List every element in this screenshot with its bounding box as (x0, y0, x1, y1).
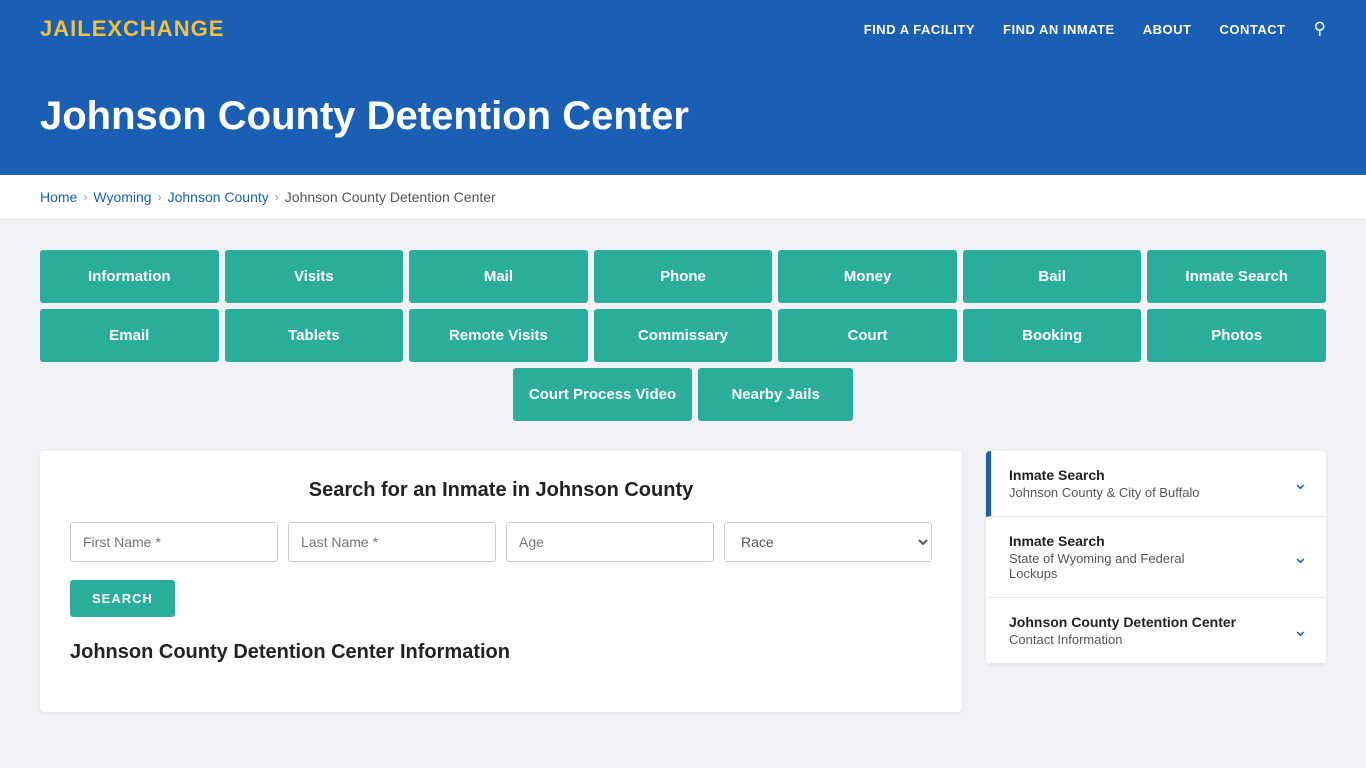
sidebar-item-wy-sub2: Lockups (1009, 566, 1184, 581)
sidebar-item-wy-title: Inmate Search (1009, 533, 1184, 549)
sidebar-item-jc-sub: Johnson County & City of Buffalo (1009, 485, 1200, 500)
page-title: Johnson County Detention Center (40, 94, 1326, 139)
brand-logo[interactable]: JAILEXCHANGE (40, 16, 224, 42)
breadcrumb-sep-3: › (275, 190, 279, 204)
btn-commissary[interactable]: Commissary (594, 309, 773, 362)
navbar-links: FIND A FACILITY FIND AN INMATE ABOUT CON… (864, 19, 1326, 39)
btn-court[interactable]: Court (778, 309, 957, 362)
sidebar-item-inmate-search-wy[interactable]: Inmate Search State of Wyoming and Feder… (986, 517, 1326, 598)
btn-inmate-search[interactable]: Inmate Search (1147, 250, 1326, 303)
sidebar-item-inmate-search-jc[interactable]: Inmate Search Johnson County & City of B… (986, 451, 1326, 517)
breadcrumb-wyoming[interactable]: Wyoming (93, 189, 151, 205)
search-title: Search for an Inmate in Johnson County (70, 479, 932, 502)
breadcrumb-current: Johnson County Detention Center (285, 189, 496, 205)
btn-money[interactable]: Money (778, 250, 957, 303)
chevron-down-icon: ⌄ (1293, 473, 1308, 494)
btn-information[interactable]: Information (40, 250, 219, 303)
last-name-input[interactable] (288, 522, 496, 562)
sidebar-item-contact-title: Johnson County Detention Center (1009, 614, 1236, 630)
nav-find-facility[interactable]: FIND A FACILITY (864, 22, 975, 37)
btn-tablets[interactable]: Tablets (225, 309, 404, 362)
breadcrumb-bar: Home › Wyoming › Johnson County › Johnso… (0, 175, 1366, 220)
age-input[interactable] (506, 522, 714, 562)
btn-remote-visits[interactable]: Remote Visits (409, 309, 588, 362)
info-section-title: Johnson County Detention Center Informat… (70, 641, 932, 664)
brand-exchange: EXCHANGE (92, 16, 225, 41)
btn-booking[interactable]: Booking (963, 309, 1142, 362)
sidebar: Inmate Search Johnson County & City of B… (986, 451, 1326, 664)
sidebar-item-contact-sub: Contact Information (1009, 632, 1236, 647)
chevron-down-icon-3: ⌄ (1293, 620, 1308, 641)
navbar: JAILEXCHANGE FIND A FACILITY FIND AN INM… (0, 0, 1366, 58)
search-card: Search for an Inmate in Johnson County R… (40, 451, 962, 712)
btn-court-process-video[interactable]: Court Process Video (513, 368, 692, 421)
hero-section: Johnson County Detention Center (0, 58, 1366, 175)
btn-email[interactable]: Email (40, 309, 219, 362)
main-content: Information Visits Mail Phone Money Bail… (0, 220, 1366, 742)
button-grid-row3: Court Process Video Nearby Jails (40, 368, 1326, 421)
btn-bail[interactable]: Bail (963, 250, 1142, 303)
btn-nearby-jails[interactable]: Nearby Jails (698, 368, 853, 421)
search-icon[interactable]: ⚲ (1314, 19, 1326, 39)
race-select[interactable]: Race White Black Hispanic Asian Other (724, 522, 932, 562)
btn-photos[interactable]: Photos (1147, 309, 1326, 362)
search-form: Race White Black Hispanic Asian Other (70, 522, 932, 562)
first-name-input[interactable] (70, 522, 278, 562)
nav-about[interactable]: ABOUT (1143, 22, 1192, 37)
brand-jail: JAIL (40, 16, 92, 41)
bottom-section: Search for an Inmate in Johnson County R… (40, 451, 1326, 712)
nav-contact[interactable]: CONTACT (1219, 22, 1285, 37)
sidebar-item-jc-title: Inmate Search (1009, 467, 1200, 483)
nav-find-inmate[interactable]: FIND AN INMATE (1003, 22, 1115, 37)
sidebar-item-wy-sub: State of Wyoming and Federal (1009, 551, 1184, 566)
button-grid-row1: Information Visits Mail Phone Money Bail… (40, 250, 1326, 303)
breadcrumb-home[interactable]: Home (40, 189, 77, 205)
sidebar-item-contact[interactable]: Johnson County Detention Center Contact … (986, 598, 1326, 664)
breadcrumb-sep-1: › (83, 190, 87, 204)
chevron-down-icon-2: ⌄ (1293, 547, 1308, 568)
button-grid-row2: Email Tablets Remote Visits Commissary C… (40, 309, 1326, 362)
breadcrumb-sep-2: › (158, 190, 162, 204)
breadcrumb-johnson-county[interactable]: Johnson County (168, 189, 269, 205)
breadcrumb: Home › Wyoming › Johnson County › Johnso… (40, 189, 1326, 205)
btn-phone[interactable]: Phone (594, 250, 773, 303)
btn-visits[interactable]: Visits (225, 250, 404, 303)
btn-mail[interactable]: Mail (409, 250, 588, 303)
search-button[interactable]: SEARCH (70, 580, 175, 617)
